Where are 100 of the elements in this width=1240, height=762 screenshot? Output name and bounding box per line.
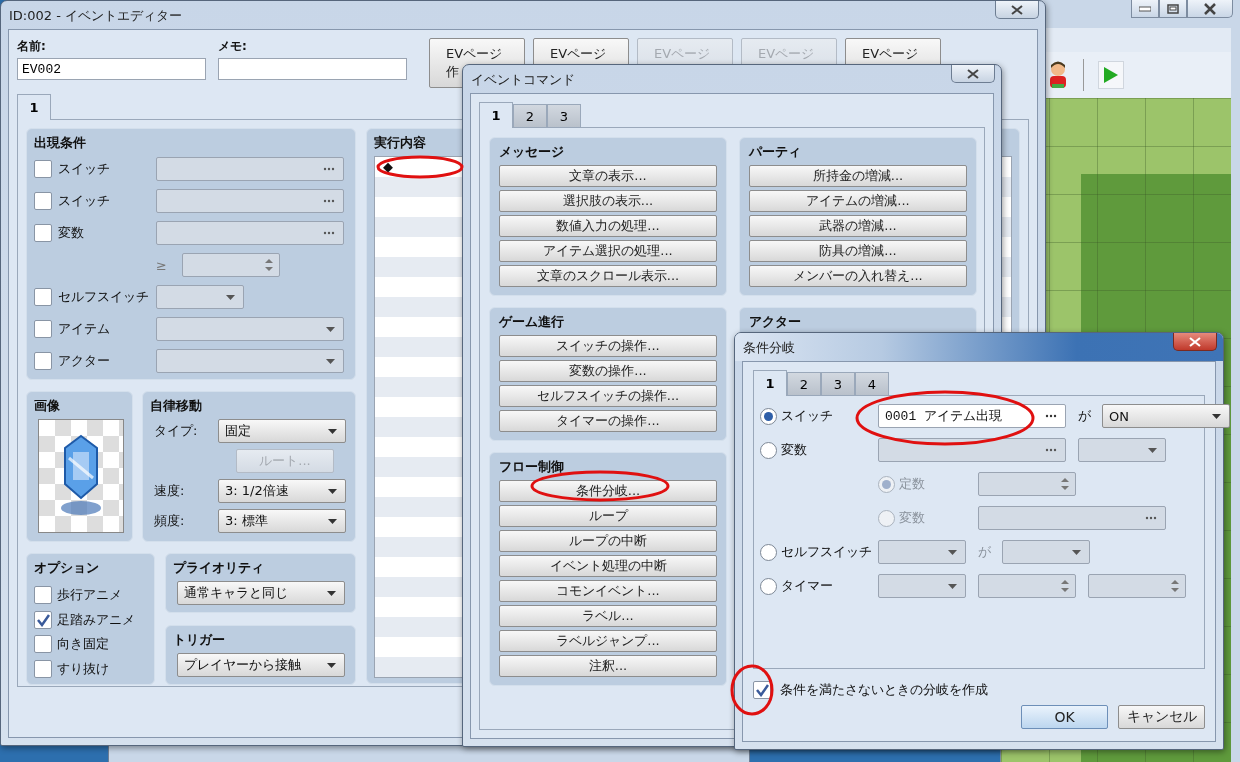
checkbox[interactable]	[753, 681, 771, 699]
command-button[interactable]: ループ	[499, 505, 717, 527]
group-title: トリガー	[173, 631, 225, 649]
field-label: 速度:	[154, 482, 186, 500]
group-title: 自律移動	[150, 397, 202, 415]
checkbox[interactable]	[34, 224, 52, 242]
radio-label: タイマー	[781, 577, 833, 595]
group-title: メッセージ	[499, 143, 564, 161]
dropdown[interactable]: 3: 1/2倍速	[218, 479, 346, 503]
spin-arrows-icon	[265, 258, 273, 272]
dropdown[interactable]: 固定	[218, 419, 346, 443]
page-tab[interactable]: 2	[513, 104, 547, 128]
close-button[interactable]	[1173, 333, 1217, 351]
name-field[interactable]: EV002	[17, 58, 206, 80]
memo-field[interactable]	[218, 58, 407, 80]
command-button[interactable]: 文章の表示...	[499, 165, 717, 187]
character-icon[interactable]	[1047, 60, 1069, 90]
maximize-button[interactable]	[1159, 0, 1187, 18]
command-button[interactable]: イベント処理の中断	[499, 555, 717, 577]
command-button[interactable]: 文章のスクロール表示...	[499, 265, 717, 287]
dropdown[interactable]	[156, 317, 344, 341]
radio-button[interactable]	[760, 441, 777, 459]
number-field[interactable]	[978, 574, 1076, 598]
checkbox[interactable]	[34, 635, 52, 654]
checkbox-label: セルフスイッチ	[58, 288, 149, 306]
command-button[interactable]: 変数の操作...	[499, 360, 717, 382]
command-button[interactable]: 武器の増減...	[749, 215, 967, 237]
command-button[interactable]: 防具の増減...	[749, 240, 967, 262]
comparison-symbol: ≥	[156, 257, 168, 273]
maximize-icon	[1167, 3, 1179, 14]
checkbox[interactable]	[34, 610, 52, 629]
page-tab[interactable]: 1	[753, 370, 787, 396]
command-button[interactable]: 選択肢の表示...	[499, 190, 717, 212]
number-field[interactable]	[978, 472, 1076, 496]
command-button[interactable]: ループの中断	[499, 530, 717, 552]
page-tab[interactable]: 2	[787, 372, 821, 396]
checkbox-label: スイッチ	[58, 160, 110, 178]
sprite-preview[interactable]	[38, 419, 124, 533]
command-button[interactable]: ラベルジャンプ...	[499, 630, 717, 652]
more-icon	[1145, 516, 1157, 520]
checkbox-label: スイッチ	[58, 192, 110, 210]
ok-button[interactable]: OK	[1021, 705, 1108, 729]
dropdown[interactable]	[1002, 540, 1090, 564]
command-button[interactable]: 所持金の増減...	[749, 165, 967, 187]
dropdown[interactable]: プレイヤーから接触	[177, 653, 345, 677]
checkbox[interactable]	[34, 586, 52, 605]
command-button[interactable]: メンバーの入れ替え...	[749, 265, 967, 287]
group-title: オプション	[34, 559, 99, 577]
dropdown[interactable]	[878, 574, 966, 598]
picker-field[interactable]	[156, 157, 344, 181]
dropdown[interactable]	[878, 540, 966, 564]
radio-button[interactable]	[760, 577, 777, 595]
dropdown[interactable]	[156, 285, 244, 309]
checkbox[interactable]	[34, 320, 52, 338]
command-button[interactable]: アイテムの増減...	[749, 190, 967, 212]
picker-field[interactable]: 0001 アイテム出現	[878, 404, 1066, 428]
command-button[interactable]: 数値入力の処理...	[499, 215, 717, 237]
dropdown[interactable]	[156, 349, 344, 373]
dropdown[interactable]: 通常キャラと同じ	[177, 581, 345, 605]
close-button[interactable]	[1187, 0, 1233, 18]
radio-button[interactable]	[760, 543, 777, 561]
command-button[interactable]: コモンイベント...	[499, 580, 717, 602]
command-button[interactable]: タイマーの操作...	[499, 410, 717, 432]
group-title: フロー制御	[499, 458, 564, 476]
picker-field[interactable]	[978, 506, 1166, 530]
command-button[interactable]: スイッチの操作...	[499, 335, 717, 357]
checkbox[interactable]	[34, 659, 52, 678]
command-button[interactable]: 注釈...	[499, 655, 717, 677]
joiner-label: が	[1076, 407, 1092, 425]
group-title: アクター	[749, 313, 801, 331]
picker-field[interactable]	[878, 438, 1066, 462]
checkbox[interactable]	[34, 288, 52, 306]
minimize-button[interactable]	[1131, 0, 1159, 18]
page-tab[interactable]: 1	[479, 102, 513, 128]
command-button[interactable]: アイテム選択の処理...	[499, 240, 717, 262]
checkbox[interactable]	[34, 160, 52, 178]
page-tab[interactable]: 3	[821, 372, 855, 396]
checkbox-label: 歩行アニメ	[57, 586, 122, 605]
picker-field[interactable]	[156, 189, 344, 213]
dropdown[interactable]	[1078, 438, 1166, 462]
dropdown[interactable]: ON	[1102, 404, 1230, 428]
page-tab[interactable]: 4	[855, 372, 889, 396]
cancel-button[interactable]: キャンセル	[1118, 705, 1205, 729]
checkbox[interactable]	[34, 192, 52, 210]
command-button[interactable]: セルフスイッチの操作...	[499, 385, 717, 407]
checkbox[interactable]	[34, 352, 52, 370]
more-icon	[1045, 448, 1057, 452]
play-button[interactable]	[1098, 61, 1124, 89]
page-tab[interactable]: 3	[547, 104, 581, 128]
number-field[interactable]	[182, 253, 280, 277]
number-field[interactable]	[1088, 574, 1186, 598]
command-button[interactable]: ラベル...	[499, 605, 717, 627]
caret-icon	[328, 519, 337, 524]
dropdown[interactable]: 3: 標準	[218, 509, 346, 533]
page-tab[interactable]: 1	[17, 94, 51, 120]
radio-button[interactable]	[760, 407, 777, 425]
close-button[interactable]	[951, 65, 995, 83]
picker-field[interactable]	[156, 221, 344, 245]
more-icon	[1045, 414, 1057, 418]
close-button[interactable]	[995, 1, 1039, 19]
